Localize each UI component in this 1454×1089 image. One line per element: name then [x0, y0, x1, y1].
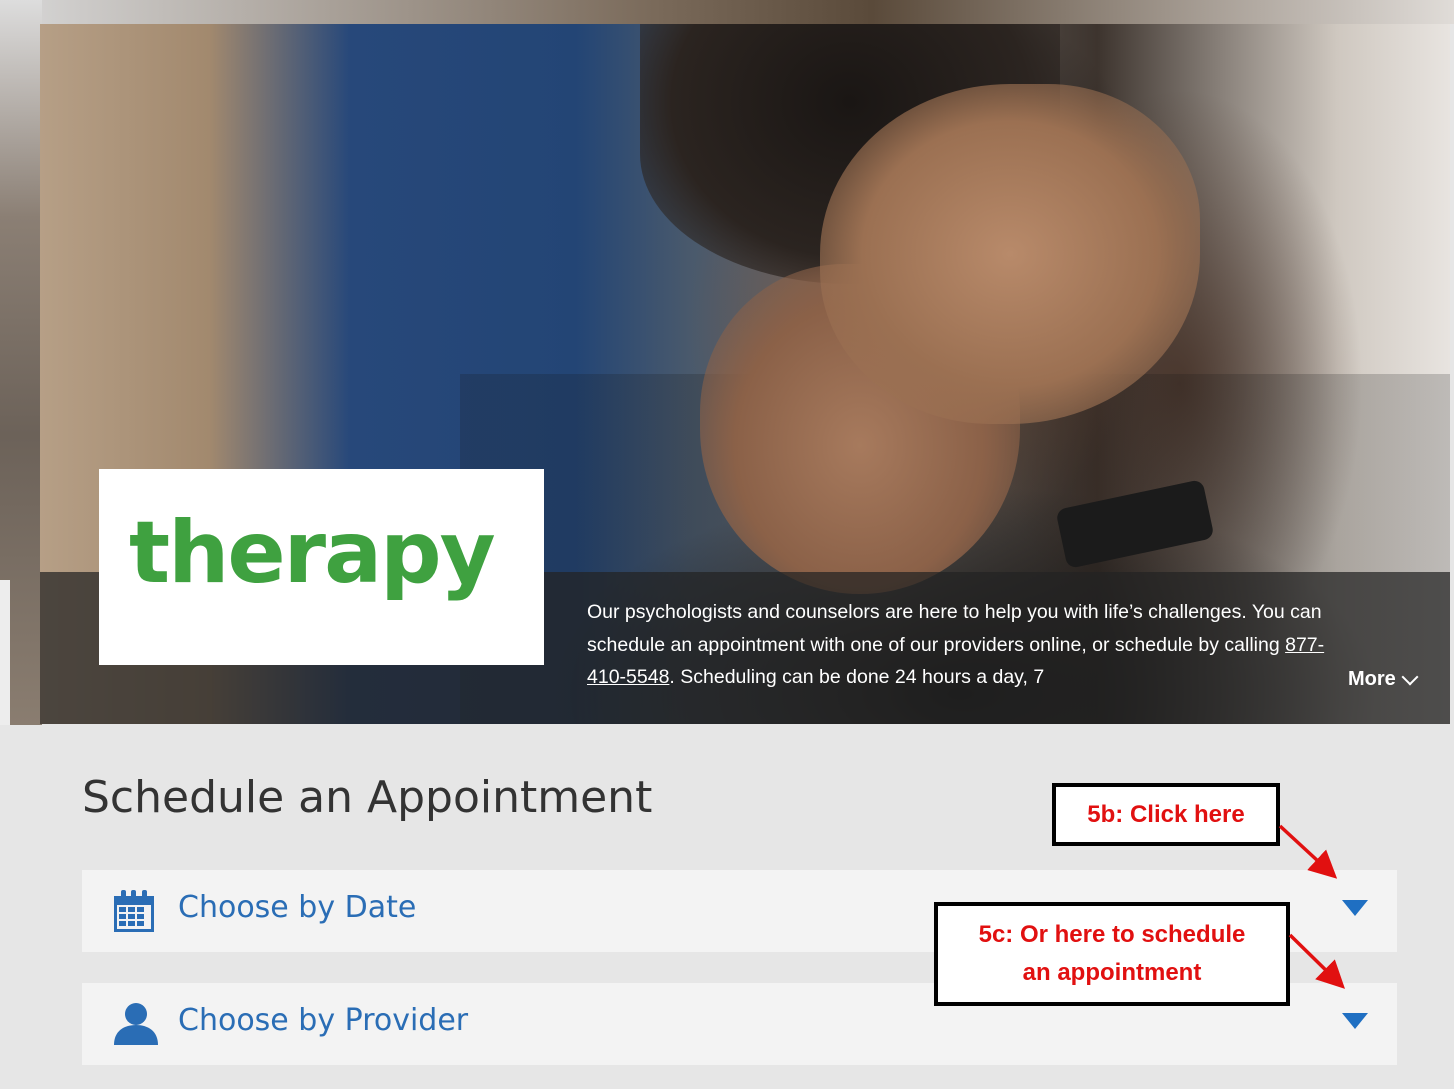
callout-5c-arrow [1288, 933, 1345, 989]
annotation-arrows [1278, 824, 1345, 989]
callout-5b-arrow [1278, 824, 1338, 879]
